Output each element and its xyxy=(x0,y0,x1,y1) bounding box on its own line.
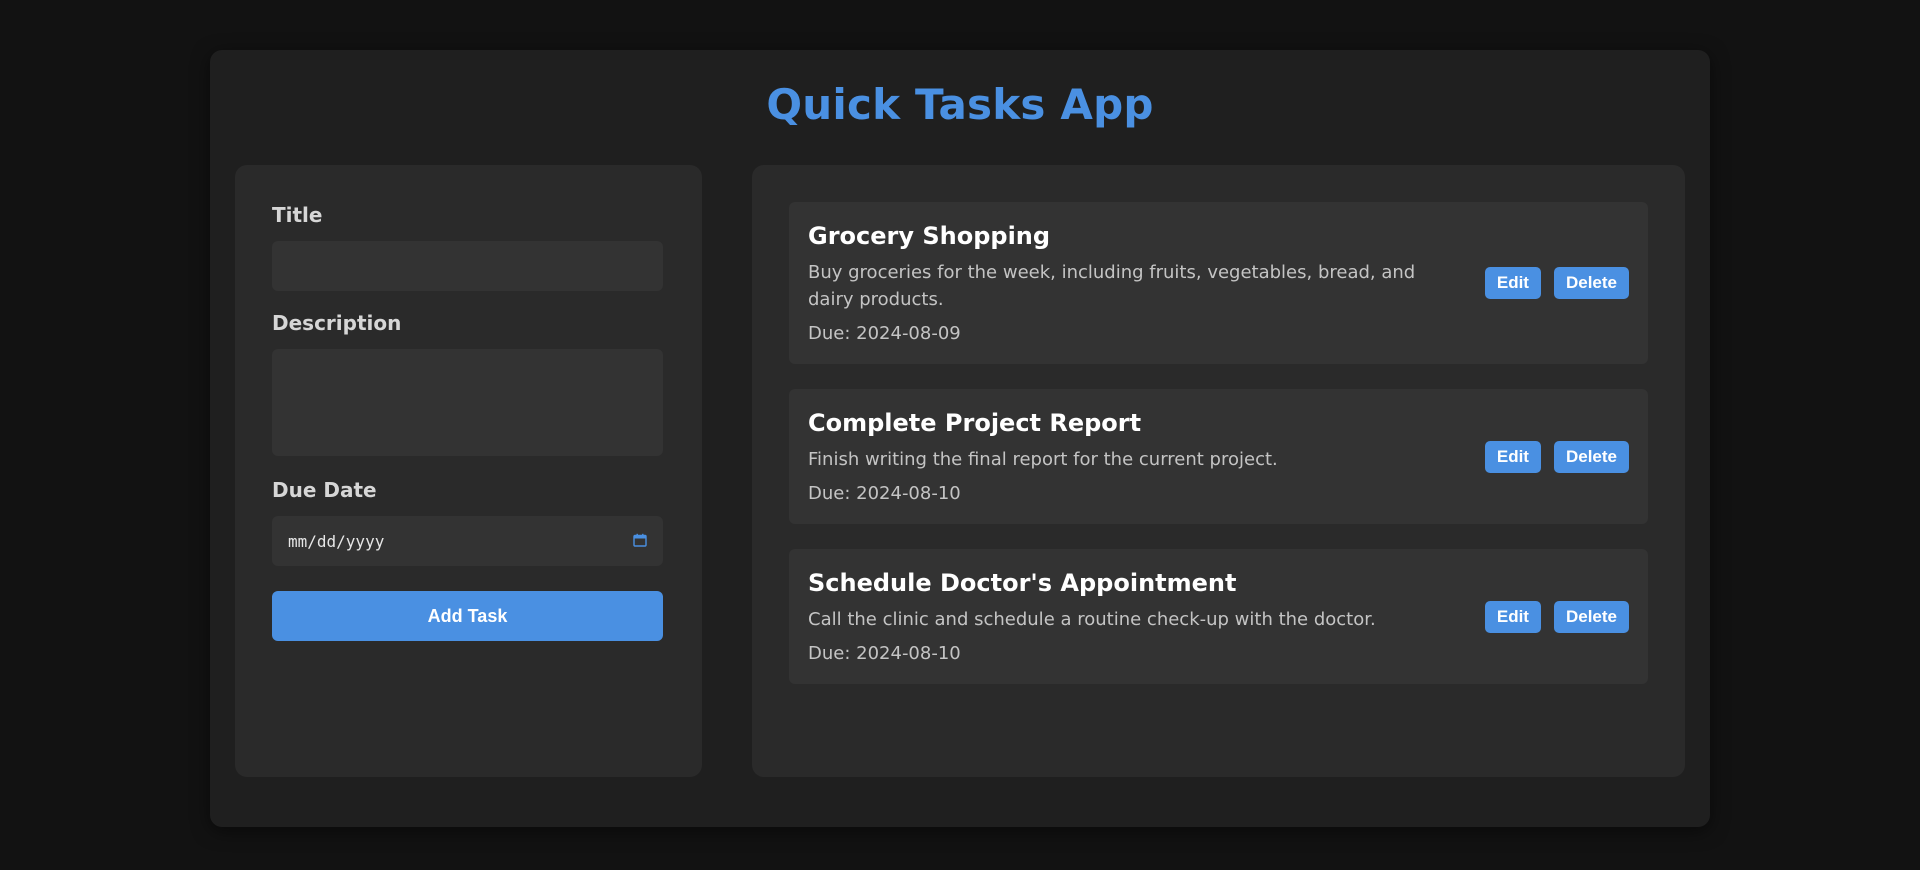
edit-button[interactable]: Edit xyxy=(1484,440,1541,473)
calendar-icon[interactable] xyxy=(633,533,647,547)
edit-button[interactable]: Edit xyxy=(1484,600,1541,633)
task-actions: Edit Delete xyxy=(1484,440,1629,473)
task-title: Grocery Shopping xyxy=(808,222,1051,250)
add-task-button[interactable]: Add Task xyxy=(272,591,663,641)
due-date-label: Due Date xyxy=(272,478,377,502)
description-label: Description xyxy=(272,311,402,335)
delete-button[interactable]: Delete xyxy=(1553,440,1629,473)
task-description: Buy groceries for the week, including fr… xyxy=(808,262,1416,310)
task-description: Finish writing the final report for the … xyxy=(808,449,1278,470)
delete-button[interactable]: Delete xyxy=(1553,600,1629,633)
task-due-date: Due: 2024-08-09 xyxy=(808,323,961,344)
app-container: Quick Tasks App Title Description Due Da… xyxy=(210,50,1710,827)
task-card: Grocery Shopping Buy groceries for the w… xyxy=(789,202,1648,364)
task-list-panel: Grocery Shopping Buy groceries for the w… xyxy=(752,165,1685,777)
title-input[interactable] xyxy=(272,241,663,291)
task-title: Schedule Doctor's Appointment xyxy=(808,569,1237,597)
delete-button[interactable]: Delete xyxy=(1553,267,1629,299)
description-input[interactable] xyxy=(272,349,663,456)
task-actions: Edit Delete xyxy=(1484,267,1629,299)
due-date-placeholder: mm/dd/yyyy xyxy=(288,531,385,551)
due-date-input[interactable]: mm/dd/yyyy xyxy=(272,516,663,566)
app-title: Quick Tasks App xyxy=(766,80,1154,129)
task-card: Complete Project Report Finish writing t… xyxy=(789,389,1648,524)
edit-button[interactable]: Edit xyxy=(1484,267,1541,299)
task-due-date: Due: 2024-08-10 xyxy=(808,643,961,664)
task-title: Complete Project Report xyxy=(808,409,1142,437)
task-card: Schedule Doctor's Appointment Call the c… xyxy=(789,549,1648,684)
title-label: Title xyxy=(272,203,323,227)
task-due-date: Due: 2024-08-10 xyxy=(808,483,961,504)
task-form-panel: Title Description Due Date mm/dd/yyyy Ad… xyxy=(235,165,702,777)
task-actions: Edit Delete xyxy=(1484,600,1629,633)
task-description: Call the clinic and schedule a routine c… xyxy=(808,609,1376,630)
